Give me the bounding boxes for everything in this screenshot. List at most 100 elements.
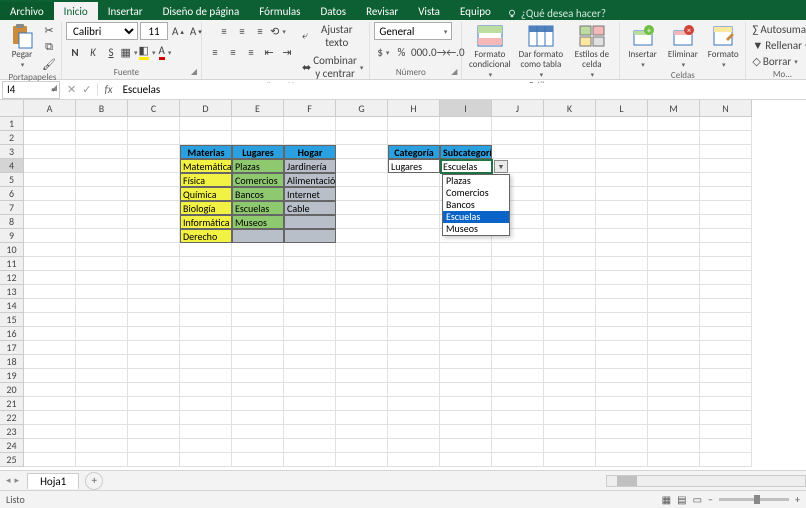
- cell-M2[interactable]: [648, 131, 700, 145]
- cell-H1[interactable]: [388, 117, 440, 131]
- cell-N14[interactable]: [700, 299, 752, 313]
- cell-M25[interactable]: [648, 453, 700, 467]
- cell-M16[interactable]: [648, 327, 700, 341]
- cell-B7[interactable]: [76, 201, 128, 215]
- cell-L18[interactable]: [596, 355, 648, 369]
- number-format-select[interactable]: General▾: [374, 22, 452, 40]
- row-header-16[interactable]: 16: [0, 327, 24, 341]
- cell-L17[interactable]: [596, 341, 648, 355]
- cell-N12[interactable]: [700, 271, 752, 285]
- cell-L21[interactable]: [596, 397, 648, 411]
- cell-D4[interactable]: Matemática: [180, 159, 232, 173]
- cell-I25[interactable]: [440, 453, 492, 467]
- cell-B23[interactable]: [76, 425, 128, 439]
- cell-A8[interactable]: [24, 215, 76, 229]
- cell-C21[interactable]: [128, 397, 180, 411]
- cell-L24[interactable]: [596, 439, 648, 453]
- cell-J20[interactable]: [492, 383, 544, 397]
- cell-E17[interactable]: [232, 341, 284, 355]
- cell-G1[interactable]: [336, 117, 388, 131]
- cell-K4[interactable]: [544, 159, 596, 173]
- cell-F5[interactable]: Alimentación: [284, 173, 336, 187]
- cell-I12[interactable]: [440, 271, 492, 285]
- cell-G18[interactable]: [336, 355, 388, 369]
- cell-F15[interactable]: [284, 313, 336, 327]
- cell-A17[interactable]: [24, 341, 76, 355]
- cell-F4[interactable]: Jardinería: [284, 159, 336, 173]
- cell-H5[interactable]: [388, 173, 440, 187]
- cell-K18[interactable]: [544, 355, 596, 369]
- cell-B1[interactable]: [76, 117, 128, 131]
- cell-A15[interactable]: [24, 313, 76, 327]
- cell-K17[interactable]: [544, 341, 596, 355]
- cell-J14[interactable]: [492, 299, 544, 313]
- tab-data[interactable]: Datos: [310, 2, 356, 20]
- cell-F25[interactable]: [284, 453, 336, 467]
- cell-C9[interactable]: [128, 229, 180, 243]
- cell-A18[interactable]: [24, 355, 76, 369]
- cell-M9[interactable]: [648, 229, 700, 243]
- cell-H16[interactable]: [388, 327, 440, 341]
- cell-E3[interactable]: Lugares: [232, 145, 284, 159]
- cell-F6[interactable]: Internet: [284, 187, 336, 201]
- cell-M13[interactable]: [648, 285, 700, 299]
- cell-E19[interactable]: [232, 369, 284, 383]
- cell-I18[interactable]: [440, 355, 492, 369]
- row-header-25[interactable]: 25: [0, 453, 24, 467]
- copy-button[interactable]: ⧉: [40, 39, 58, 55]
- cell-N21[interactable]: [700, 397, 752, 411]
- align-middle-button[interactable]: ≡: [233, 22, 251, 40]
- tell-me-search[interactable]: ¿Qué desea hacer?: [507, 7, 606, 20]
- cell-G15[interactable]: [336, 313, 388, 327]
- row-header-6[interactable]: 6: [0, 187, 24, 201]
- cell-N13[interactable]: [700, 285, 752, 299]
- cell-B5[interactable]: [76, 173, 128, 187]
- cell-J11[interactable]: [492, 257, 544, 271]
- row-header-11[interactable]: 11: [0, 257, 24, 271]
- cell-A4[interactable]: [24, 159, 76, 173]
- align-right-button[interactable]: ≡: [242, 43, 260, 61]
- cell-J24[interactable]: [492, 439, 544, 453]
- cell-N3[interactable]: [700, 145, 752, 159]
- row-header-20[interactable]: 20: [0, 383, 24, 397]
- tab-team[interactable]: Equipo: [450, 2, 501, 20]
- cell-I15[interactable]: [440, 313, 492, 327]
- cell-K7[interactable]: [544, 201, 596, 215]
- fx-icon[interactable]: fx: [97, 83, 118, 96]
- cell-K8[interactable]: [544, 215, 596, 229]
- cell-F3[interactable]: Hogar: [284, 145, 336, 159]
- tab-layout[interactable]: Diseño de página: [153, 2, 250, 20]
- cell-M5[interactable]: [648, 173, 700, 187]
- cell-B10[interactable]: [76, 243, 128, 257]
- cell-L1[interactable]: [596, 117, 648, 131]
- cell-E6[interactable]: Bancos: [232, 187, 284, 201]
- cell-E7[interactable]: Escuelas: [232, 201, 284, 215]
- cell-I22[interactable]: [440, 411, 492, 425]
- cell-L25[interactable]: [596, 453, 648, 467]
- cell-B12[interactable]: [76, 271, 128, 285]
- cell-E5[interactable]: Comercios: [232, 173, 284, 187]
- cell-J21[interactable]: [492, 397, 544, 411]
- cell-D16[interactable]: [180, 327, 232, 341]
- cell-I14[interactable]: [440, 299, 492, 313]
- cell-D24[interactable]: [180, 439, 232, 453]
- cell-K15[interactable]: [544, 313, 596, 327]
- cell-K19[interactable]: [544, 369, 596, 383]
- cell-C19[interactable]: [128, 369, 180, 383]
- cell-B14[interactable]: [76, 299, 128, 313]
- cell-C12[interactable]: [128, 271, 180, 285]
- row-header-18[interactable]: 18: [0, 355, 24, 369]
- cell-J25[interactable]: [492, 453, 544, 467]
- cell-E10[interactable]: [232, 243, 284, 257]
- decrease-indent-button[interactable]: ⇤: [260, 43, 278, 61]
- cell-B20[interactable]: [76, 383, 128, 397]
- cell-H7[interactable]: [388, 201, 440, 215]
- cell-J16[interactable]: [492, 327, 544, 341]
- cell-M4[interactable]: [648, 159, 700, 173]
- cell-I21[interactable]: [440, 397, 492, 411]
- column-header-A[interactable]: A: [24, 100, 76, 117]
- cell-M21[interactable]: [648, 397, 700, 411]
- cell-E12[interactable]: [232, 271, 284, 285]
- tab-view[interactable]: Vista: [408, 2, 450, 20]
- clear-button[interactable]: ◇Borrar▾: [750, 54, 799, 69]
